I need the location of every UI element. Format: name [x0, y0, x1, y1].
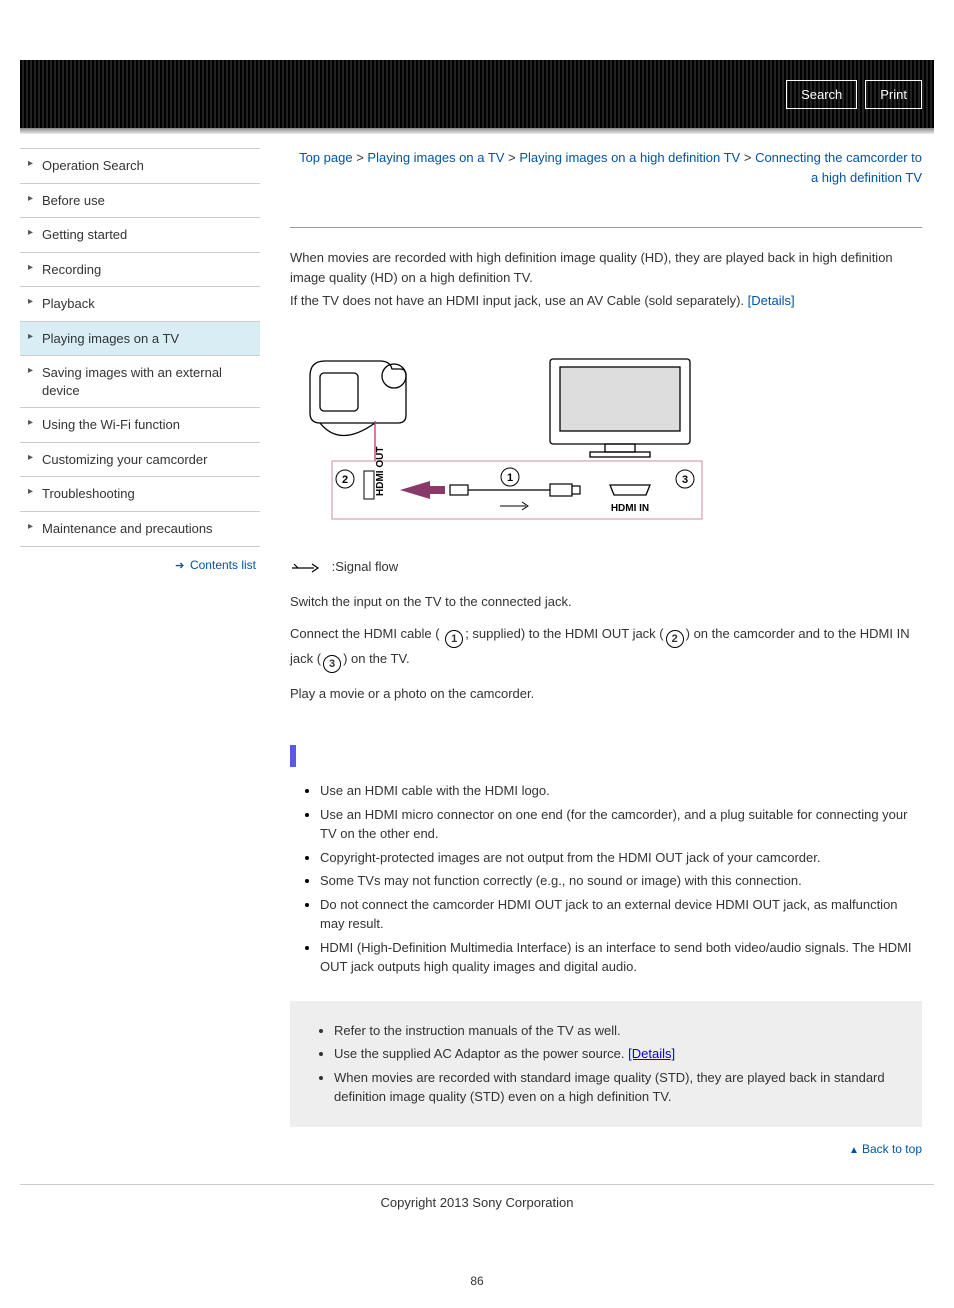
- page-number: 86: [0, 1274, 954, 1288]
- svg-text:HDMI IN: HDMI IN: [611, 503, 649, 514]
- crumb-sep: >: [744, 150, 755, 165]
- tips-box: Refer to the instruction manuals of the …: [290, 1001, 922, 1127]
- crumb-sep: >: [356, 150, 367, 165]
- nav-operation-search[interactable]: Operation Search: [20, 149, 260, 184]
- footer: Copyright 2013 Sony Corporation: [20, 1184, 934, 1214]
- print-button[interactable]: Print: [865, 80, 922, 109]
- note-item: Use an HDMI cable with the HDMI logo.: [320, 781, 922, 801]
- back-to-top-link[interactable]: Back to top: [862, 1142, 922, 1156]
- crumb-top[interactable]: Top page: [299, 150, 353, 165]
- nav-getting-started[interactable]: Getting started: [20, 218, 260, 253]
- circled-1-icon: 1: [445, 630, 463, 648]
- tip-item: Use the supplied AC Adaptor as the power…: [334, 1044, 908, 1064]
- note-item: HDMI (High-Definition Multimedia Interfa…: [320, 938, 922, 977]
- divider: [290, 227, 922, 228]
- nav-maintenance[interactable]: Maintenance and precautions: [20, 512, 260, 547]
- svg-text:HDMI OUT: HDMI OUT: [375, 446, 386, 495]
- nav-customizing[interactable]: Customizing your camcorder: [20, 443, 260, 478]
- arrow-right-icon: ➔: [175, 560, 184, 572]
- sidebar: Operation Search Before use Getting star…: [20, 148, 260, 1164]
- signal-flow-label: :Signal flow: [332, 559, 398, 574]
- intro-p2: If the TV does not have an HDMI input ja…: [290, 291, 922, 311]
- circled-2-icon: 2: [666, 630, 684, 648]
- header-banner: Search Print: [20, 60, 934, 128]
- triangle-up-icon: ▲: [849, 1145, 859, 1156]
- contents-list-row: ➔ Contents list: [20, 547, 260, 572]
- step-1: Switch the input on the TV to the connec…: [290, 591, 922, 613]
- crumb-2[interactable]: Playing images on a high definition TV: [519, 150, 740, 165]
- details-link[interactable]: [Details]: [748, 293, 795, 308]
- connection-diagram: 2 HDMI OUT: [290, 331, 922, 531]
- signal-flow-row: :Signal flow: [290, 556, 922, 581]
- back-to-top-row: ▲Back to top: [290, 1141, 922, 1156]
- note-item: Do not connect the camcorder HDMI OUT ja…: [320, 895, 922, 934]
- nav-recording[interactable]: Recording: [20, 253, 260, 288]
- main-content: Top page > Playing images on a TV > Play…: [290, 148, 934, 1164]
- note-item: Copyright-protected images are not outpu…: [320, 848, 922, 868]
- search-button[interactable]: Search: [786, 80, 857, 109]
- section-accent-icon: [290, 745, 296, 767]
- note-item: Some TVs may not function correctly (e.g…: [320, 871, 922, 891]
- notes-list: Use an HDMI cable with the HDMI logo. Us…: [290, 781, 922, 977]
- nav-saving-images[interactable]: Saving images with an external device: [20, 356, 260, 408]
- signal-flow-icon: [290, 559, 324, 581]
- details-link[interactable]: [Details]: [628, 1046, 675, 1061]
- intro-p2-text: If the TV does not have an HDMI input ja…: [290, 293, 748, 308]
- crumb-1[interactable]: Playing images on a TV: [367, 150, 504, 165]
- contents-list-link[interactable]: Contents list: [190, 558, 256, 572]
- svg-text:2: 2: [342, 474, 348, 486]
- step-3: Play a movie or a photo on the camcorder…: [290, 683, 922, 705]
- intro-p1: When movies are recorded with high defin…: [290, 248, 922, 287]
- sidebar-nav: Operation Search Before use Getting star…: [20, 148, 260, 547]
- nav-before-use[interactable]: Before use: [20, 184, 260, 219]
- tip-item: When movies are recorded with standard i…: [334, 1068, 908, 1107]
- step-2: Connect the HDMI cable ( 1; supplied) to…: [290, 623, 922, 674]
- copyright-text: Copyright 2013 Sony Corporation: [381, 1195, 574, 1210]
- intro-text: When movies are recorded with high defin…: [290, 248, 922, 311]
- nav-wifi[interactable]: Using the Wi-Fi function: [20, 408, 260, 443]
- nav-playback[interactable]: Playback: [20, 287, 260, 322]
- tip-item: Refer to the instruction manuals of the …: [334, 1021, 908, 1041]
- crumb-current: Connecting the camcorder to a high defin…: [755, 150, 922, 185]
- circled-3-icon: 3: [323, 655, 341, 673]
- crumb-sep: >: [508, 150, 519, 165]
- nav-troubleshooting[interactable]: Troubleshooting: [20, 477, 260, 512]
- note-item: Use an HDMI micro connector on one end (…: [320, 805, 922, 844]
- svg-text:1: 1: [507, 472, 513, 484]
- breadcrumb: Top page > Playing images on a TV > Play…: [290, 148, 922, 187]
- steps: :Signal flow Switch the input on the TV …: [290, 556, 922, 706]
- svg-text:3: 3: [682, 474, 688, 486]
- nav-playing-on-tv[interactable]: Playing images on a TV: [20, 322, 260, 357]
